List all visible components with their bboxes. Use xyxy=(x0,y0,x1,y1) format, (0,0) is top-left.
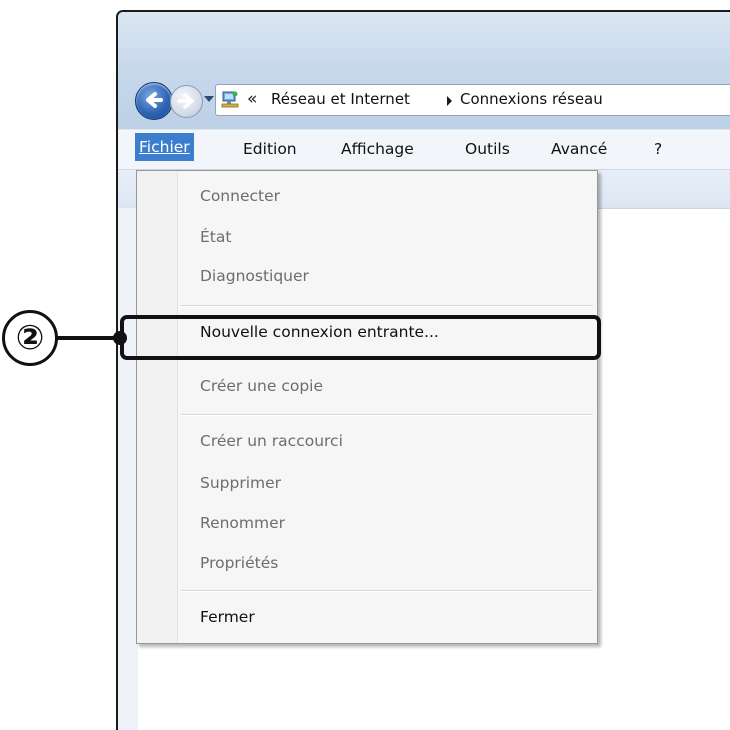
menu-item-renommer[interactable]: Renommer xyxy=(200,513,285,533)
menu-separator xyxy=(181,590,593,592)
menu-item-creer-copie[interactable]: Créer une copie xyxy=(200,376,323,396)
menu-aide-label: ? xyxy=(654,140,663,158)
forward-button[interactable] xyxy=(170,85,203,118)
menu-outils-label: Outils xyxy=(465,140,510,158)
menu-outils[interactable]: Outils xyxy=(465,140,510,158)
callout-highlight-box xyxy=(120,315,601,360)
arrow-left-icon xyxy=(146,92,163,108)
menu-item-diagnostiquer[interactable]: Diagnostiquer xyxy=(200,266,309,286)
menu-item-fermer[interactable]: Fermer xyxy=(200,607,255,627)
menu-icon-gutter xyxy=(137,171,178,643)
title-bar: « Réseau et Internet Connexions réseau xyxy=(118,12,730,129)
menu-separator xyxy=(181,414,593,416)
callout-leader-line xyxy=(57,336,120,340)
menu-affichage-label: Affichage xyxy=(341,140,414,158)
menu-fichier[interactable]: Fichier xyxy=(135,133,194,161)
menu-edition[interactable]: Edition xyxy=(243,140,297,158)
menu-item-supprimer[interactable]: Supprimer xyxy=(200,473,281,493)
recent-pages-chevron-icon[interactable] xyxy=(204,96,214,102)
breadcrumb-segment-connections[interactable]: Connexions réseau xyxy=(460,90,603,108)
menu-item-creer-raccourci[interactable]: Créer un raccourci xyxy=(200,431,343,451)
file-menu-dropdown: Connecter État Diagnostiquer Nouvelle co… xyxy=(136,170,598,644)
menu-separator xyxy=(181,305,593,307)
menu-avance-label: Avancé xyxy=(551,140,608,158)
menu-aide[interactable]: ? xyxy=(654,140,662,158)
address-bar[interactable]: « Réseau et Internet Connexions réseau xyxy=(215,84,730,116)
menu-item-proprietes[interactable]: Propriétés xyxy=(200,553,278,573)
menu-item-connecter[interactable]: Connecter xyxy=(200,186,280,206)
menu-bar: Fichier Edition Affichage Outils Avancé … xyxy=(118,129,730,170)
menu-avance[interactable]: Avancé xyxy=(551,140,607,158)
navigation-pane xyxy=(118,208,138,730)
menu-affichage[interactable]: Affichage xyxy=(341,140,414,158)
step-number-badge: ② xyxy=(2,310,58,366)
menu-fichier-label: Fichier xyxy=(139,138,190,156)
breadcrumb-segment-network[interactable]: Réseau et Internet xyxy=(271,90,410,108)
network-connections-icon xyxy=(221,91,239,108)
menu-edition-label: Edition xyxy=(243,140,297,158)
arrow-right-icon xyxy=(177,93,194,109)
breadcrumb-separator-icon[interactable] xyxy=(447,96,452,106)
breadcrumb-overflow-icon[interactable]: « xyxy=(247,89,257,109)
menu-item-etat[interactable]: État xyxy=(200,227,231,247)
back-button[interactable] xyxy=(135,82,173,120)
